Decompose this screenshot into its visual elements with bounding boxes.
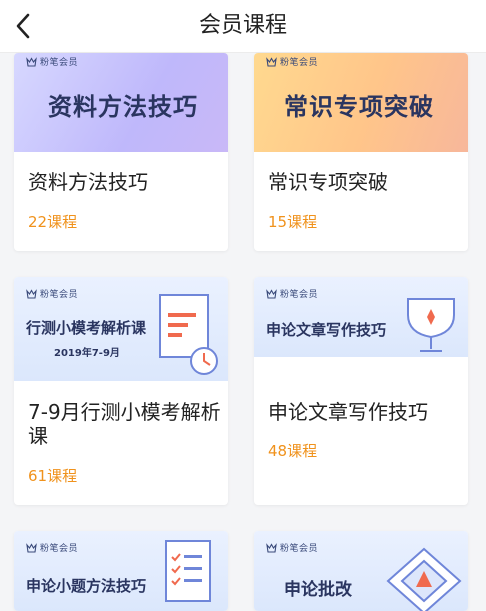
crown-icon	[266, 542, 277, 553]
crown-icon	[266, 56, 277, 67]
brand-logo: 粉笔会员	[26, 541, 78, 554]
brand-label: 粉笔会员	[280, 58, 319, 68]
banner-title: 申论文章写作技巧	[266, 321, 387, 339]
course-banner: 粉笔会员 资料方法技巧	[14, 53, 228, 152]
brand-logo: 粉笔会员	[266, 55, 318, 68]
course-card-essay-review[interactable]: 粉笔会员 申论批改	[254, 531, 468, 611]
crown-icon	[26, 56, 37, 67]
brand-logo: 粉笔会员	[266, 287, 318, 300]
course-name: 申论文章写作技巧	[268, 400, 428, 424]
course-count: 61课程	[28, 467, 78, 485]
course-card-essay-questions[interactable]: 粉笔会员 申论小题方法技巧	[14, 531, 228, 611]
banner-title: 行测小模考解析课	[26, 319, 147, 337]
diamond-badge-icon	[386, 547, 462, 611]
course-card-data-methods[interactable]: 粉笔会员 资料方法技巧 资料方法技巧 22课程	[14, 53, 228, 251]
course-name-line2: 课	[28, 424, 48, 448]
course-banner: 粉笔会员 申论小题方法技巧	[14, 531, 228, 611]
crown-icon	[26, 542, 37, 553]
brand-label: 粉笔会员	[280, 290, 319, 300]
course-count: 15课程	[268, 213, 318, 231]
checklist-icon	[165, 540, 211, 602]
banner-title: 申论批改	[284, 580, 352, 600]
course-name-line1: 7-9月行测小模考解析	[28, 400, 221, 424]
page-title: 会员课程	[198, 13, 287, 38]
brand-label: 粉笔会员	[40, 544, 79, 554]
crown-icon	[26, 288, 37, 299]
course-name: 资料方法技巧	[28, 170, 148, 194]
banner-subtitle: 2019年7-9月	[54, 348, 120, 359]
banner-title: 资料方法技巧	[48, 93, 198, 121]
course-banner: 粉笔会员 申论批改	[254, 531, 468, 611]
course-banner: 粉笔会员 申论文章写作技巧	[254, 277, 468, 357]
crown-icon	[266, 288, 277, 299]
course-card-essay-writing[interactable]: 粉笔会员 申论文章写作技巧 申论文章写作技巧 48课程	[254, 277, 468, 505]
course-banner: 粉笔会员 行测小模考解析课 2019年7-9月	[14, 277, 228, 381]
course-count: 22课程	[28, 213, 78, 231]
brand-label: 粉笔会员	[280, 544, 319, 554]
brand-label: 粉笔会员	[40, 58, 79, 68]
brand-label: 粉笔会员	[40, 290, 79, 300]
brand-logo: 粉笔会员	[266, 541, 318, 554]
banner-title: 常识专项突破	[284, 93, 434, 121]
banner-title: 申论小题方法技巧	[26, 577, 147, 595]
course-count: 48课程	[268, 442, 318, 460]
trophy-icon	[407, 298, 455, 352]
brand-logo: 粉笔会员	[26, 55, 78, 68]
header-bar: 会员课程	[0, 0, 486, 53]
course-name: 常识专项突破	[268, 170, 388, 194]
brand-logo: 粉笔会员	[26, 287, 78, 300]
course-card-mock-exam[interactable]: 粉笔会员 行测小模考解析课 2019年7-9月 7-9月行测小模考解析 课 61…	[14, 277, 228, 505]
course-banner: 粉笔会员 常识专项突破	[254, 53, 468, 152]
report-clock-icon	[159, 294, 218, 375]
course-card-general-knowledge[interactable]: 粉笔会员 常识专项突破 常识专项突破 15课程	[254, 53, 468, 251]
